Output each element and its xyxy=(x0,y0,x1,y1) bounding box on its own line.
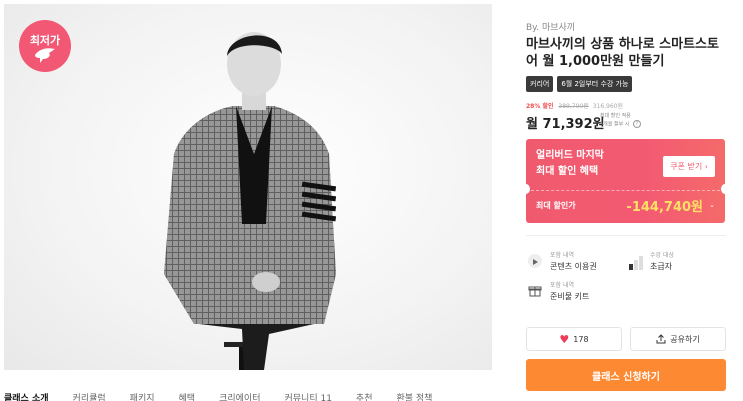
product-page: 최저가 클래스 소개 커리큘럼 패키지 혜택 크리에이터 커뮤니티 11 추천 … xyxy=(0,0,743,401)
kit-value: 준비물 키트 xyxy=(550,292,590,301)
level-bars-icon xyxy=(628,254,644,270)
creator-name[interactable]: By. 마브사끼 xyxy=(526,20,575,33)
earlybird-promo-card: 얼리버드 마지막 최대 할인 혜택 쿠폰 받기 › 최대 할인가 -144,74… xyxy=(522,139,729,223)
apply-class-label: 클래스 신청하기 xyxy=(592,371,660,383)
level-item: 수강 대상 초급자 xyxy=(650,250,674,272)
like-count: 178 xyxy=(573,334,589,344)
discount-line: 28% 할인 389,700원 316,960원 xyxy=(526,101,623,110)
apply-class-button[interactable]: 클래스 신청하기 xyxy=(526,359,726,391)
level-caption: 수강 대상 xyxy=(650,252,674,259)
discount-percent: 28% 할인 xyxy=(526,103,554,110)
kit-caption: 포함 내역 xyxy=(550,282,574,289)
tab-community[interactable]: 커뮤니티 11 xyxy=(284,391,331,401)
tab-refund[interactable]: 환불 정책 xyxy=(396,391,432,401)
start-date-tag: 6월 2일부터 수강 가능 xyxy=(557,76,633,92)
share-button[interactable]: 공유하기 xyxy=(630,327,726,351)
price-note-line1: 최대 할인 적용 xyxy=(600,113,631,119)
like-button[interactable]: ♥ 178 xyxy=(526,327,622,351)
tab-package[interactable]: 패키지 xyxy=(130,391,155,401)
max-discount-label: 최대 할인가 xyxy=(536,201,576,210)
share-label: 공유하기 xyxy=(670,334,700,344)
level-value: 초급자 xyxy=(650,262,673,271)
action-row: ♥ 178 공유하기 xyxy=(526,327,726,351)
sale-price-total: 316,960원 xyxy=(592,103,624,110)
chevron-down-icon[interactable]: ⌄ xyxy=(709,201,715,209)
info-icon[interactable]: ? xyxy=(632,120,641,128)
class-cover-image: 최저가 xyxy=(4,4,492,370)
lowest-price-badge: 최저가 xyxy=(19,20,71,72)
gift-icon xyxy=(528,282,542,297)
class-title: 마브사끼의 상품 하나로 스마트스토어 월 1,000만원 만들기 xyxy=(526,37,719,69)
promo-title: 얼리버드 마지막 최대 할인 혜택 xyxy=(536,148,604,180)
content-caption: 포함 내역 xyxy=(550,252,574,259)
max-discount-value[interactable]: -144,740원 xyxy=(626,196,703,215)
price-note-line2: 5개월 할부 시 xyxy=(600,121,630,128)
price-note: 최대 할인 적용 5개월 할부 시 ? xyxy=(600,113,641,129)
bird-icon xyxy=(35,48,55,63)
ticket-notch-left xyxy=(522,184,530,194)
tab-curriculum[interactable]: 커리큘럼 xyxy=(73,391,106,401)
content-pass-item: 포함 내역 콘텐츠 이용권 xyxy=(550,250,597,272)
kit-item: 포함 내역 준비물 키트 xyxy=(550,280,589,302)
play-icon xyxy=(528,254,542,268)
promo-line2: 최대 할인 혜택 xyxy=(536,166,599,177)
original-price: 389,700원 xyxy=(558,103,589,110)
monthly-price: 월 71,392원 xyxy=(526,117,605,132)
tab-recommend[interactable]: 추천 xyxy=(356,391,373,401)
tab-creator[interactable]: 크리에이터 xyxy=(219,391,260,401)
get-coupon-button[interactable]: 쿠폰 받기 › xyxy=(663,156,715,177)
promo-line1: 얼리버드 마지막 xyxy=(536,150,604,161)
chevron-right-icon: › xyxy=(704,162,708,171)
heart-icon: ♥ xyxy=(559,332,570,346)
ticket-notch-right xyxy=(721,184,729,194)
share-icon xyxy=(656,334,666,344)
promo-divider xyxy=(526,190,725,191)
category-tag: 커리어 xyxy=(526,76,554,92)
tag-list: 커리어 6월 2일부터 수강 가능 xyxy=(526,76,633,92)
coupon-button-label: 쿠폰 받기 xyxy=(670,162,703,171)
includes-section: 포함 내역 콘텐츠 이용권 수강 대상 초급자 포함 내역 준비물 키트 xyxy=(526,235,726,313)
tab-benefits[interactable]: 혜택 xyxy=(179,391,196,401)
tab-class-intro[interactable]: 클래스 소개 xyxy=(4,391,49,401)
content-value: 콘텐츠 이용권 xyxy=(550,262,597,271)
section-tabs: 클래스 소개 커리큘럼 패키지 혜택 크리에이터 커뮤니티 11 추천 환불 정… xyxy=(4,391,456,401)
instructor-photo xyxy=(164,32,337,370)
